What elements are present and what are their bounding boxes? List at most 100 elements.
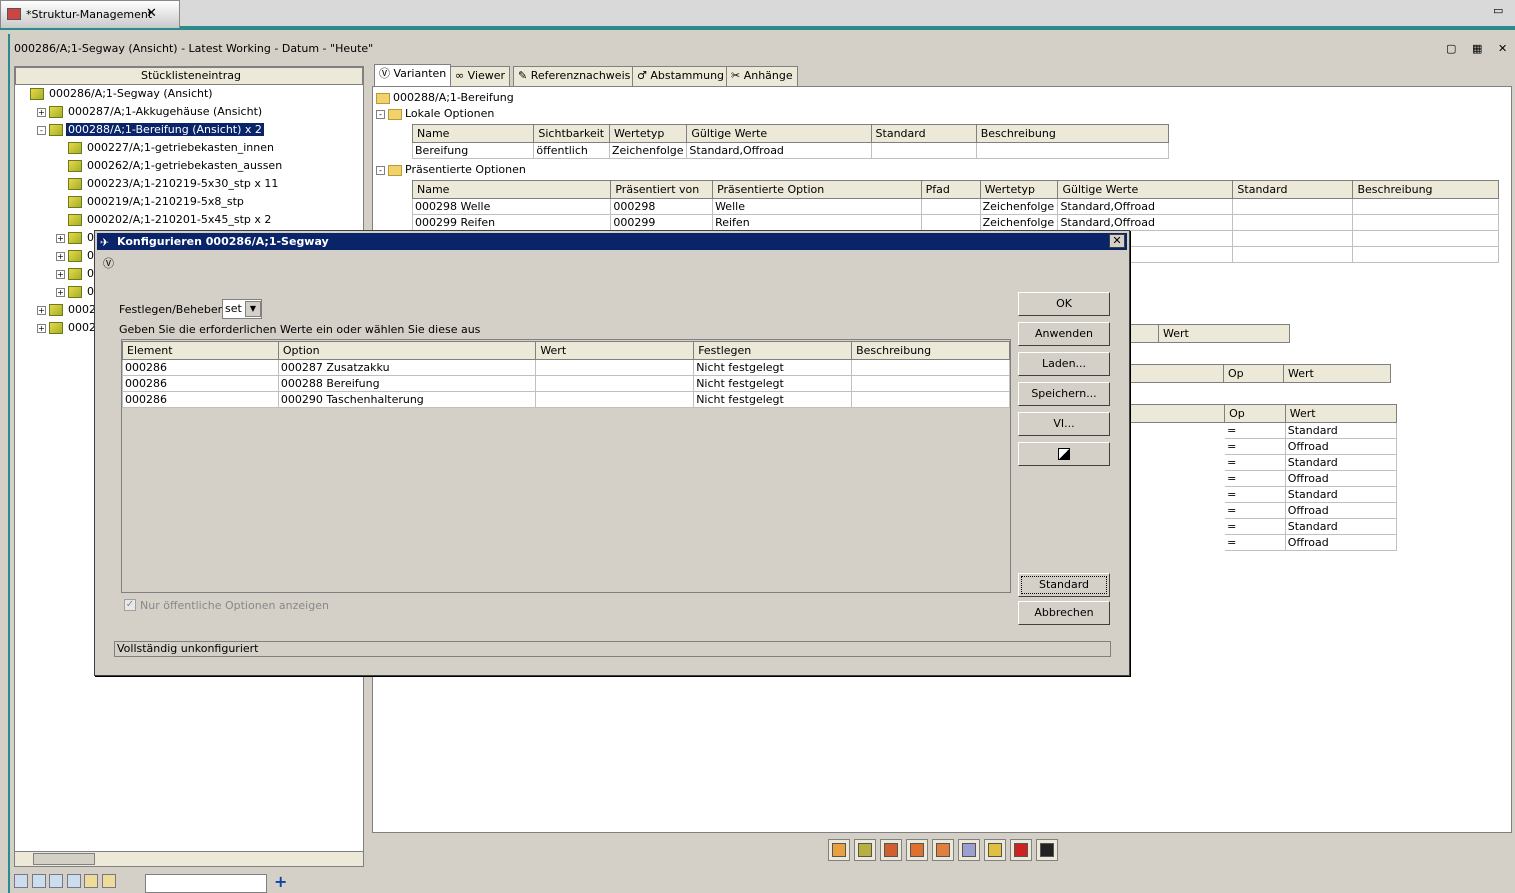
table-cell[interactable]: 000288 Bereifung (277, 375, 537, 392)
editor-tab[interactable]: *Struktur-Management ✕ (0, 0, 180, 28)
table-cell[interactable]: = (1224, 518, 1286, 535)
column-header[interactable]: Pfad (920, 180, 981, 199)
add-rule-button[interactable] (854, 839, 876, 861)
table-row[interactable]: 000299 Reifen 000299 Reifen Zeichenfolge Sta… (411, 214, 1499, 231)
tree-item[interactable]: - 000288/A;1-Bereifung (Ansicht) x 2 (37, 121, 264, 139)
table-cell[interactable]: Zeichenfolge (979, 198, 1059, 215)
tab-varianten[interactable]: Ⓥ Varianten (374, 64, 452, 86)
table-cell[interactable]: 000299 (610, 214, 714, 231)
tree-item[interactable]: 000223/A;1-210219-5x30_stp x 11 (56, 175, 280, 193)
column-header[interactable]: Beschreibung (1352, 180, 1499, 199)
search-icon[interactable] (66, 874, 81, 888)
column-header[interactable]: Standard (870, 124, 977, 143)
table-cell[interactable]: Standard,Offroad (686, 142, 872, 159)
contrast-button[interactable] (1036, 839, 1058, 861)
close-editor-icon[interactable]: ✕ (1498, 42, 1507, 55)
column-header[interactable]: Beschreibung (975, 124, 1170, 143)
table-cell[interactable]: = (1224, 534, 1286, 551)
local-options-node[interactable]: - Lokale Optionen (376, 105, 494, 123)
vi-button[interactable]: VI... (1018, 412, 1110, 436)
expand-icon[interactable]: - (37, 125, 46, 135)
tree-item[interactable]: 000262/A;1-getriebekasten_aussen (56, 157, 284, 175)
column-header[interactable]: Standard (1232, 180, 1354, 199)
table-cell[interactable]: Offroad (1284, 502, 1398, 519)
table-cell[interactable]: Offroad (1284, 470, 1398, 487)
table-cell[interactable] (1232, 246, 1354, 263)
ok-button[interactable]: OK (1018, 292, 1110, 316)
table-cell[interactable] (1352, 198, 1499, 215)
table-cell[interactable]: = (1224, 438, 1286, 455)
table-cell[interactable] (535, 359, 695, 376)
minimize-icon[interactable]: ▭ (1493, 4, 1503, 17)
table-row[interactable]: = Standard (1127, 422, 1398, 439)
save-button[interactable]: Speichern... (1018, 382, 1110, 406)
table-cell[interactable] (1232, 198, 1354, 215)
table-row[interactable]: = Standard (1127, 454, 1398, 471)
tree-item[interactable]: 000202/A;1-210201-5x45_stp x 2 (56, 211, 273, 229)
delete-button[interactable] (1010, 839, 1032, 861)
table-row[interactable]: 000286 000290 Taschenhalterung Nicht festg… (122, 391, 1010, 408)
table-cell[interactable]: 000286 (122, 359, 279, 376)
add-icon[interactable]: + (274, 872, 287, 891)
column-header[interactable]: Name (411, 124, 535, 143)
window-icon[interactable]: ▢ (1446, 42, 1456, 55)
navigate-icon[interactable] (31, 874, 46, 888)
expand-icon[interactable]: + (56, 269, 65, 279)
table-cell[interactable]: = (1224, 502, 1286, 519)
table-cell[interactable] (851, 359, 1010, 376)
cancel-button[interactable]: Abbrechen (1018, 601, 1110, 625)
expand-icon[interactable]: + (56, 287, 65, 297)
table-cell[interactable]: = (1224, 422, 1286, 439)
expand-icon[interactable]: + (37, 107, 46, 117)
table-cell[interactable] (1232, 230, 1354, 247)
table-cell[interactable] (975, 142, 1170, 159)
column-header[interactable]: Name (411, 180, 612, 199)
collapse-icon[interactable]: - (376, 109, 385, 119)
table-cell[interactable]: Standard (1284, 518, 1398, 535)
table-cell[interactable]: Standard (1284, 454, 1398, 471)
add-option-button[interactable] (828, 839, 850, 861)
table-cell[interactable]: = (1224, 454, 1286, 471)
preview-button[interactable] (958, 839, 980, 861)
tree-scrollbar[interactable] (14, 851, 364, 867)
column-header[interactable]: Festlegen (693, 341, 853, 360)
table-cell[interactable]: Nicht festgelegt (693, 375, 853, 392)
table-cell[interactable] (1352, 214, 1499, 231)
tab-referenznachweis[interactable]: ✎ Referenznachweis (513, 66, 636, 86)
table-cell[interactable] (535, 391, 695, 408)
table-cell[interactable] (920, 198, 981, 215)
festlegen-select[interactable]: set ▼ (222, 299, 262, 319)
table-row[interactable]: 000286 000288 Bereifung Nicht festgelegt (122, 375, 1010, 392)
calendar-icon[interactable]: ▦ (1472, 42, 1482, 55)
presented-options-node[interactable]: - Präsentierte Optionen (376, 161, 526, 179)
standard-button[interactable]: Standard (1018, 573, 1110, 597)
table-cell[interactable]: 000299 Reifen (411, 214, 612, 231)
table-row[interactable]: 000298 Welle 000298 Welle Zeichenfolge Stand… (411, 198, 1499, 215)
scroll-thumb[interactable] (33, 853, 95, 865)
table-cell[interactable]: Zeichenfolge (979, 214, 1059, 231)
refresh-icon[interactable] (49, 874, 63, 888)
table-cell[interactable]: 000290 Taschenhalterung (277, 391, 537, 408)
table-cell[interactable] (535, 375, 695, 392)
table-row[interactable]: = Standard (1127, 518, 1398, 535)
table-cell[interactable]: Offroad (1284, 534, 1398, 551)
table-cell[interactable] (870, 142, 977, 159)
copy-button[interactable] (906, 839, 928, 861)
apply-button[interactable]: Anwenden (1018, 322, 1110, 346)
table-cell[interactable]: Nicht festgelegt (693, 391, 853, 408)
table-row[interactable]: = Standard (1127, 486, 1398, 503)
filter-icon[interactable] (84, 874, 98, 888)
bottom-input[interactable] (145, 874, 267, 893)
table-cell[interactable]: 000287 Zusatzakku (277, 359, 537, 376)
close-tab-icon[interactable]: ✕ (146, 6, 157, 21)
tree-item[interactable]: 000227/A;1-getriebekasten_innen (56, 139, 276, 157)
expand-icon[interactable]: + (56, 233, 65, 243)
load-button[interactable]: Laden... (1018, 352, 1110, 376)
table-row[interactable]: = Offroad (1127, 502, 1398, 519)
table-cell[interactable] (851, 391, 1010, 408)
column-header[interactable]: Sichtbarkeit (533, 124, 610, 143)
table-row[interactable]: = Offroad (1127, 438, 1398, 455)
table-cell[interactable]: 000286 (122, 391, 279, 408)
table-cell[interactable]: Nicht festgelegt (693, 359, 853, 376)
table-cell[interactable]: Zeichenfolge (608, 142, 688, 159)
